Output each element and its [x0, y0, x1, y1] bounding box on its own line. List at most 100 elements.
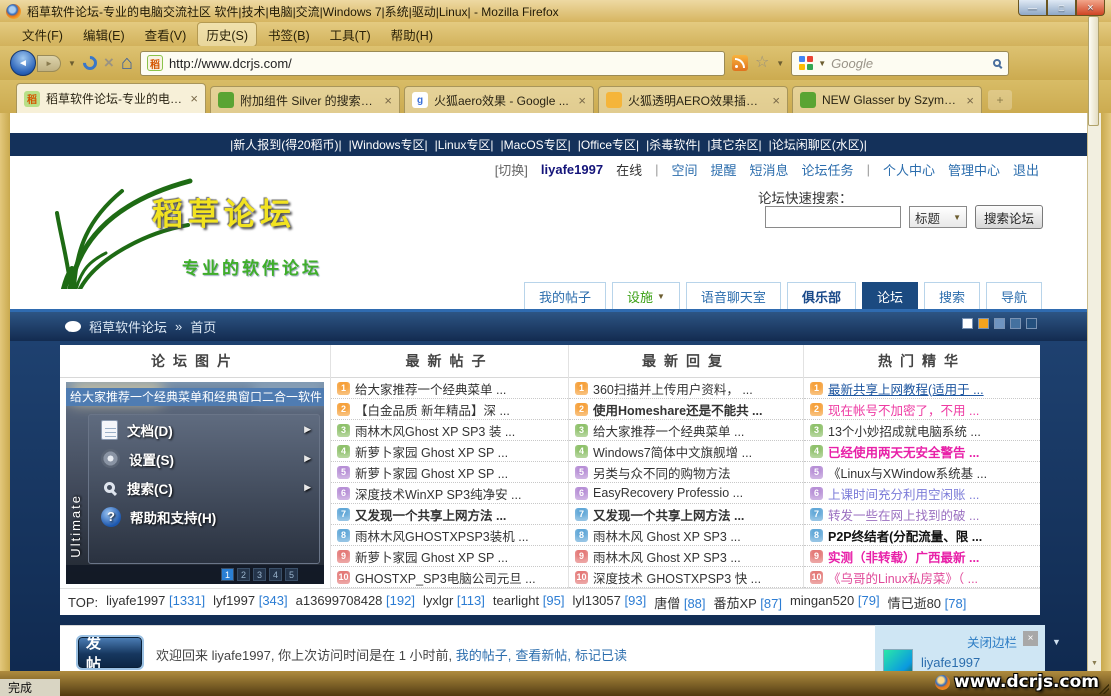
user-bar-link[interactable]: 在线 [616, 160, 642, 179]
thread-link[interactable]: 雨林木风GHOSTXPSP3装机 ... [355, 526, 529, 545]
list-item[interactable]: 5 另类与众不同的购物方法 [569, 462, 803, 483]
image-pager-square[interactable]: 3 [253, 568, 266, 581]
maximize-button[interactable]: □ [1047, 0, 1076, 16]
search-engine-dropdown-icon[interactable]: ▼ [818, 59, 826, 68]
thread-link[interactable]: 给大家推荐一个经典菜单 ... [355, 379, 506, 398]
scroll-down-arrow[interactable]: ▼ [1088, 657, 1101, 671]
home-button[interactable]: ⌂ [121, 53, 133, 73]
top-poster-name[interactable]: lyl13057 [572, 593, 620, 608]
resize-grip[interactable] [1099, 684, 1109, 694]
forum-section-link[interactable]: |MacOS专区| [501, 136, 571, 153]
minimize-button[interactable]: — [1018, 0, 1047, 16]
thread-link[interactable]: 上课时间充分利用空闲账 ... [828, 484, 979, 503]
top-poster-name[interactable]: 情已逝80 [888, 596, 941, 611]
list-item[interactable]: 9 新萝卜家园 Ghost XP SP ... [331, 546, 568, 567]
thread-link[interactable]: 实测（非转载）广西最新 ... [828, 547, 979, 566]
list-item[interactable]: 7 又发现一个共享上网方法 ... [331, 504, 568, 525]
thread-link[interactable]: 给大家推荐一个经典菜单 ... [593, 421, 744, 440]
list-item[interactable]: 3 给大家推荐一个经典菜单 ... [569, 420, 803, 441]
tab-voice-chat[interactable]: 语音聊天室 [686, 282, 781, 309]
list-item[interactable]: 9 雨林木风 Ghost XP SP3 ... [569, 546, 803, 567]
menu-item[interactable]: 帮助(H) [383, 23, 441, 46]
close-icon[interactable]: × [1023, 631, 1038, 646]
forum-section-link[interactable]: |Windows专区| [349, 136, 428, 153]
user-bar-link[interactable]: liyafe1997 [541, 162, 603, 177]
menu-item[interactable]: 历史(S) [198, 23, 256, 46]
avatar[interactable] [883, 649, 913, 671]
tab-close-icon[interactable]: × [384, 93, 392, 108]
browser-tab[interactable]: 附加组件 Silver 的搜索结... × [210, 86, 400, 113]
thread-link[interactable]: 又发现一个共享上网方法 ... [593, 505, 744, 524]
back-button[interactable]: ◄ [10, 50, 36, 76]
style-switch-square[interactable] [1026, 318, 1037, 329]
menu-item[interactable]: 查看(V) [137, 23, 195, 46]
page-scrollbar[interactable]: ▲ ▼ [1087, 113, 1101, 671]
forum-section-link[interactable]: |杀毒软件| [646, 136, 700, 153]
top-poster-name[interactable]: 番茄XP [714, 596, 757, 611]
list-item[interactable]: 6 上课时间充分利用空闲账 ... [804, 483, 1040, 504]
menu-item[interactable]: 文件(F) [14, 23, 71, 46]
list-item[interactable]: 2 现在帐号不加密了，不用 ... [804, 399, 1040, 420]
forum-section-link[interactable]: |新人报到(得20稻币)| [230, 136, 342, 153]
image-pager-square[interactable]: 5 [285, 568, 298, 581]
new-tab-button[interactable]: + [988, 90, 1012, 110]
list-item[interactable]: 5 新萝卜家园 Ghost XP SP ... [331, 462, 568, 483]
browser-tab[interactable]: NEW Glasser by Szyme... × [792, 86, 982, 113]
rss-icon[interactable] [732, 55, 748, 71]
style-switch-square[interactable] [962, 318, 973, 329]
thread-link[interactable]: 雨林木风 Ghost XP SP3 ... [593, 526, 741, 545]
thread-link[interactable]: 新萝卜家园 Ghost XP SP ... [355, 463, 508, 482]
image-pager-square[interactable]: 2 [237, 568, 250, 581]
tab-close-icon[interactable]: × [578, 93, 586, 108]
browser-tab[interactable]: 稻 稻草软件论坛-专业的电脑... × [16, 83, 206, 113]
forum-section-link[interactable]: |论坛闲聊区(水区)| [769, 136, 867, 153]
tab-close-icon[interactable]: × [190, 91, 198, 106]
close-sidebar-link[interactable]: 关闭边栏 [967, 632, 1017, 651]
forward-button[interactable]: ► [37, 55, 61, 72]
thread-link[interactable]: 深度技术WinXP SP3纯净安 ... [355, 484, 521, 503]
thread-link[interactable]: 现在帐号不加密了，不用 ... [828, 400, 979, 419]
breadcrumb-site-link[interactable]: 稻草软件论坛 [89, 317, 167, 336]
list-item[interactable]: 4 已经使用两天无安全警告 ... [804, 441, 1040, 462]
menu-item[interactable]: 书签(B) [260, 23, 318, 46]
top-poster-name[interactable]: tearlight [493, 593, 539, 608]
list-item[interactable]: 8 P2P终结者(分配流量、限 ... [804, 525, 1040, 546]
stop-button[interactable]: × [104, 53, 114, 73]
user-bar-link[interactable]: 管理中心 [948, 160, 1000, 179]
thread-link[interactable]: 【白金品质 新年精品】深 ... [355, 400, 510, 419]
image-pager-square[interactable]: 1 [221, 568, 234, 581]
list-item[interactable]: 6 EasyRecovery Professio ... [569, 483, 803, 504]
user-bar-link[interactable]: 短消息 [750, 160, 789, 179]
thread-link[interactable]: 另类与众不同的购物方法 [593, 463, 731, 482]
image-pager-square[interactable]: 4 [269, 568, 282, 581]
forum-section-link[interactable]: |其它杂区| [707, 136, 761, 153]
search-magnifier-icon[interactable] [993, 59, 1001, 67]
reload-button[interactable] [80, 53, 100, 73]
list-item[interactable]: 2 使用Homeshare还是不能共 ... [569, 399, 803, 420]
user-bar-link[interactable]: 退出 [1013, 160, 1039, 179]
list-item[interactable]: 10 GHOSTXP_SP3电脑公司元旦 ... [331, 567, 568, 588]
web-search-box[interactable]: ▼ Google [791, 51, 1009, 76]
welcome-link[interactable]: 查看新帖, [515, 645, 571, 664]
menu-item[interactable]: 工具(T) [322, 23, 379, 46]
quick-search-category-select[interactable]: 标题 ▼ [909, 206, 967, 228]
browser-tab[interactable]: g 火狐aero效果 - Google ... × [404, 86, 594, 113]
user-bar-link[interactable]: 空间 [672, 160, 698, 179]
list-item[interactable]: 9 实测（非转载）广西最新 ... [804, 546, 1040, 567]
list-item[interactable]: 7 又发现一个共享上网方法 ... [569, 504, 803, 525]
thread-link[interactable]: 新萝卜家园 Ghost XP SP ... [355, 442, 508, 461]
user-bar-link[interactable]: | [655, 162, 658, 177]
list-item[interactable]: 1 360扫描并上传用户资料， ... [569, 378, 803, 399]
thread-link[interactable]: 《乌哥的Linux私房菜》（ ... [828, 568, 978, 587]
tab-facilities[interactable]: 设施▼ [612, 282, 680, 309]
forum-image-caption[interactable]: 给大家推荐一个经典菜单和经典窗口二合一软件 [66, 388, 324, 406]
browser-tab[interactable]: 火狐透明AERO效果插件~... × [598, 86, 788, 113]
url-bar[interactable]: 稻 [140, 51, 725, 76]
welcome-link[interactable]: 我的帖子, [456, 645, 512, 664]
style-switch-square[interactable] [1010, 318, 1021, 329]
thread-link[interactable]: 雨林木风Ghost XP SP3 装 ... [355, 421, 515, 440]
user-bar-link[interactable]: 论坛任务 [802, 160, 854, 179]
list-item[interactable]: 10 《乌哥的Linux私房菜》（ ... [804, 567, 1040, 588]
list-item[interactable]: 4 新萝卜家园 Ghost XP SP ... [331, 441, 568, 462]
user-bar-link[interactable]: | [867, 162, 870, 177]
